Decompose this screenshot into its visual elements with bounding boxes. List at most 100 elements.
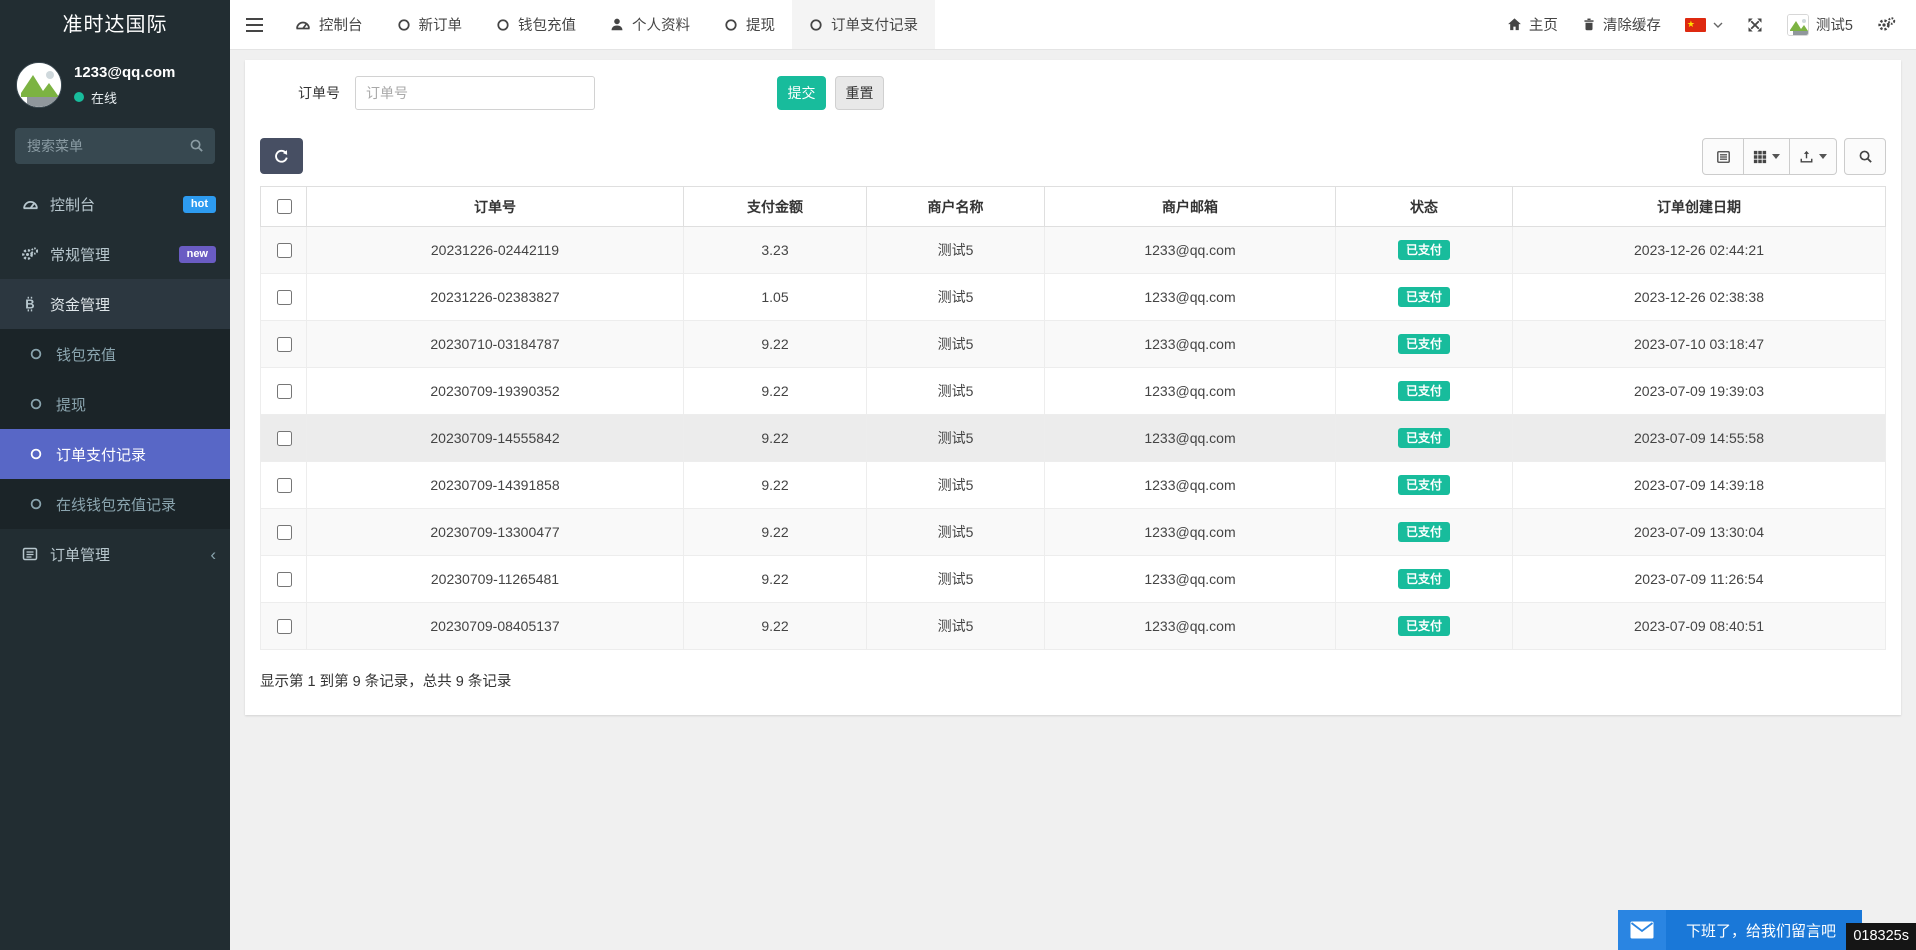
settings-button[interactable] [1865, 0, 1908, 49]
table-row[interactable]: 20231226-02442119 3.23 测试5 1233@qq.com 已… [260, 226, 1886, 274]
reset-button[interactable]: 重置 [835, 76, 884, 110]
sidebar-item-label: 资金管理 [50, 296, 111, 314]
cell-amount: 3.23 [683, 226, 867, 274]
orders-table-body: 20231226-02442119 3.23 测试5 1233@qq.com 已… [260, 226, 1886, 650]
pagination-summary: 显示第 1 到第 9 条记录，总共 9 条记录 [260, 674, 512, 690]
tab-order-payment-records[interactable]: 订单支付记录 [792, 0, 935, 49]
user-avatar-mini [1786, 13, 1809, 36]
circle-icon [809, 18, 823, 32]
submit-button[interactable]: 提交 [777, 76, 826, 110]
home-label: 主页 [1528, 18, 1558, 34]
home-link[interactable]: 主页 [1495, 0, 1570, 49]
grid-columns-icon [1753, 150, 1767, 164]
table-row[interactable]: 20230710-03184787 9.22 测试5 1233@qq.com 已… [260, 320, 1886, 368]
tab-label: 个人资料 [632, 18, 690, 34]
sidebar-item-order-payment-records[interactable]: 订单支付记录 [0, 429, 230, 479]
status-badge: 已支付 [1397, 334, 1450, 354]
cell-status: 已支付 [1335, 461, 1513, 509]
hamburger-menu-icon[interactable] [230, 0, 278, 49]
cell-email: 1233@qq.com [1044, 273, 1336, 321]
tab-label: 新订单 [418, 18, 463, 34]
cell-merchant: 测试5 [866, 320, 1045, 368]
clear-cache-button[interactable]: 清除缓存 [1570, 0, 1673, 49]
select-all-checkbox[interactable] [276, 199, 292, 214]
sidebar-item-general-management[interactable]: 常规管理 new [0, 229, 230, 279]
row-checkbox-cell [260, 367, 307, 415]
cell-created: 2023-07-09 14:39:18 [1512, 461, 1886, 509]
topbar-tabs: 控制台 新订单 钱包充值 个人资料 提现 订单支付记录 [278, 0, 935, 49]
table-row[interactable]: 20230709-19390352 9.22 测试5 1233@qq.com 已… [260, 367, 1886, 415]
table-row[interactable]: 20230709-14391858 9.22 测试5 1233@qq.com 已… [260, 461, 1886, 509]
row-checkbox[interactable] [276, 524, 292, 540]
card-view-icon [1716, 150, 1731, 164]
cell-order-no: 20230709-14555842 [306, 414, 684, 462]
row-checkbox[interactable] [276, 430, 292, 446]
table-row[interactable]: 20230709-13300477 9.22 测试5 1233@qq.com 已… [260, 508, 1886, 556]
table-search-button[interactable] [1844, 138, 1886, 175]
tab-wallet-recharge[interactable]: 钱包充值 [479, 0, 593, 49]
columns-dropdown-button[interactable] [1744, 138, 1790, 175]
menu-search-input[interactable] [15, 128, 215, 164]
sidebar-item-label: 订单管理 [50, 546, 111, 564]
list-alt-icon [18, 546, 42, 562]
sidebar-item-withdraw[interactable]: 提现 [0, 379, 230, 429]
row-checkbox[interactable] [276, 242, 292, 258]
status-badge: 已支付 [1397, 522, 1450, 542]
cell-amount: 9.22 [683, 602, 867, 650]
sidebar-item-order-management[interactable]: 订单管理 ‹ [0, 529, 230, 579]
orders-table: 订单号 支付金额 商户名称 商户邮箱 状态 订单创建日期 20231226-02… [260, 186, 1886, 650]
row-checkbox[interactable] [276, 336, 292, 352]
language-selector[interactable]: ★ [1673, 0, 1735, 49]
row-checkbox[interactable] [276, 383, 292, 399]
page-content: 订单号 提交 重置 [230, 50, 1916, 725]
row-checkbox[interactable] [276, 571, 292, 587]
cell-merchant: 测试5 [866, 602, 1045, 650]
toggle-view-button[interactable] [1702, 138, 1744, 175]
row-checkbox-cell [260, 555, 307, 603]
circle-icon [496, 18, 510, 32]
chevron-left-icon: ‹ [210, 544, 216, 564]
tab-dashboard[interactable]: 控制台 [278, 0, 380, 49]
online-status-dot [74, 92, 84, 102]
sidebar-item-label: 控制台 [50, 196, 96, 214]
cell-status: 已支付 [1335, 602, 1513, 650]
table-row[interactable]: 20230709-08405137 9.22 测试5 1233@qq.com 已… [260, 602, 1886, 650]
table-row[interactable]: 20230709-14555842 9.22 测试5 1233@qq.com 已… [260, 414, 1886, 462]
sidebar-menu: 控制台 hot 常规管理 new B 资金管理 钱包充值 提现 订单支付记录 在… [0, 179, 230, 579]
cell-amount: 9.22 [683, 555, 867, 603]
table-row[interactable]: 20231226-02383827 1.05 测试5 1233@qq.com 已… [260, 273, 1886, 321]
search-icon [1858, 149, 1873, 164]
tab-profile[interactable]: 个人资料 [593, 0, 707, 49]
cell-created: 2023-12-26 02:38:38 [1512, 273, 1886, 321]
caret-down-icon [1713, 22, 1723, 28]
user-menu[interactable]: 测试5 [1775, 0, 1865, 49]
order-no-input[interactable] [355, 76, 595, 110]
cell-status: 已支付 [1335, 226, 1513, 274]
status-badge: 已支付 [1397, 381, 1450, 401]
export-dropdown-button[interactable] [1790, 138, 1837, 175]
sidebar-item-funds-management[interactable]: B 资金管理 [0, 279, 230, 329]
table-row[interactable]: 20230709-11265481 9.22 测试5 1233@qq.com 已… [260, 555, 1886, 603]
online-status-label: 在线 [91, 90, 118, 106]
table-header-row: 订单号 支付金额 商户名称 商户邮箱 状态 订单创建日期 [260, 186, 1886, 227]
cogs-icon [1877, 16, 1896, 33]
fullscreen-button[interactable] [1735, 0, 1775, 49]
tab-new-order[interactable]: 新订单 [380, 0, 480, 49]
sidebar-item-label: 提现 [56, 396, 87, 414]
cell-email: 1233@qq.com [1044, 555, 1336, 603]
cell-status: 已支付 [1335, 320, 1513, 368]
sidebar-item-dashboard[interactable]: 控制台 hot [0, 179, 230, 229]
refresh-icon [274, 149, 289, 164]
refresh-button[interactable] [260, 138, 303, 174]
row-checkbox[interactable] [276, 618, 292, 634]
sidebar-item-wallet-recharge[interactable]: 钱包充值 [0, 329, 230, 379]
row-checkbox[interactable] [276, 289, 292, 305]
sidebar-search [15, 128, 215, 164]
chat-widget[interactable]: 下班了，给我们留言吧 [1617, 910, 1862, 950]
row-checkbox[interactable] [276, 477, 292, 493]
sidebar-item-online-wallet-recharge-records[interactable]: 在线钱包充值记录 [0, 479, 230, 529]
cell-created: 2023-07-09 19:39:03 [1512, 367, 1886, 415]
order-no-label: 订单号 [298, 85, 340, 101]
cell-amount: 9.22 [683, 461, 867, 509]
tab-withdraw[interactable]: 提现 [707, 0, 792, 49]
